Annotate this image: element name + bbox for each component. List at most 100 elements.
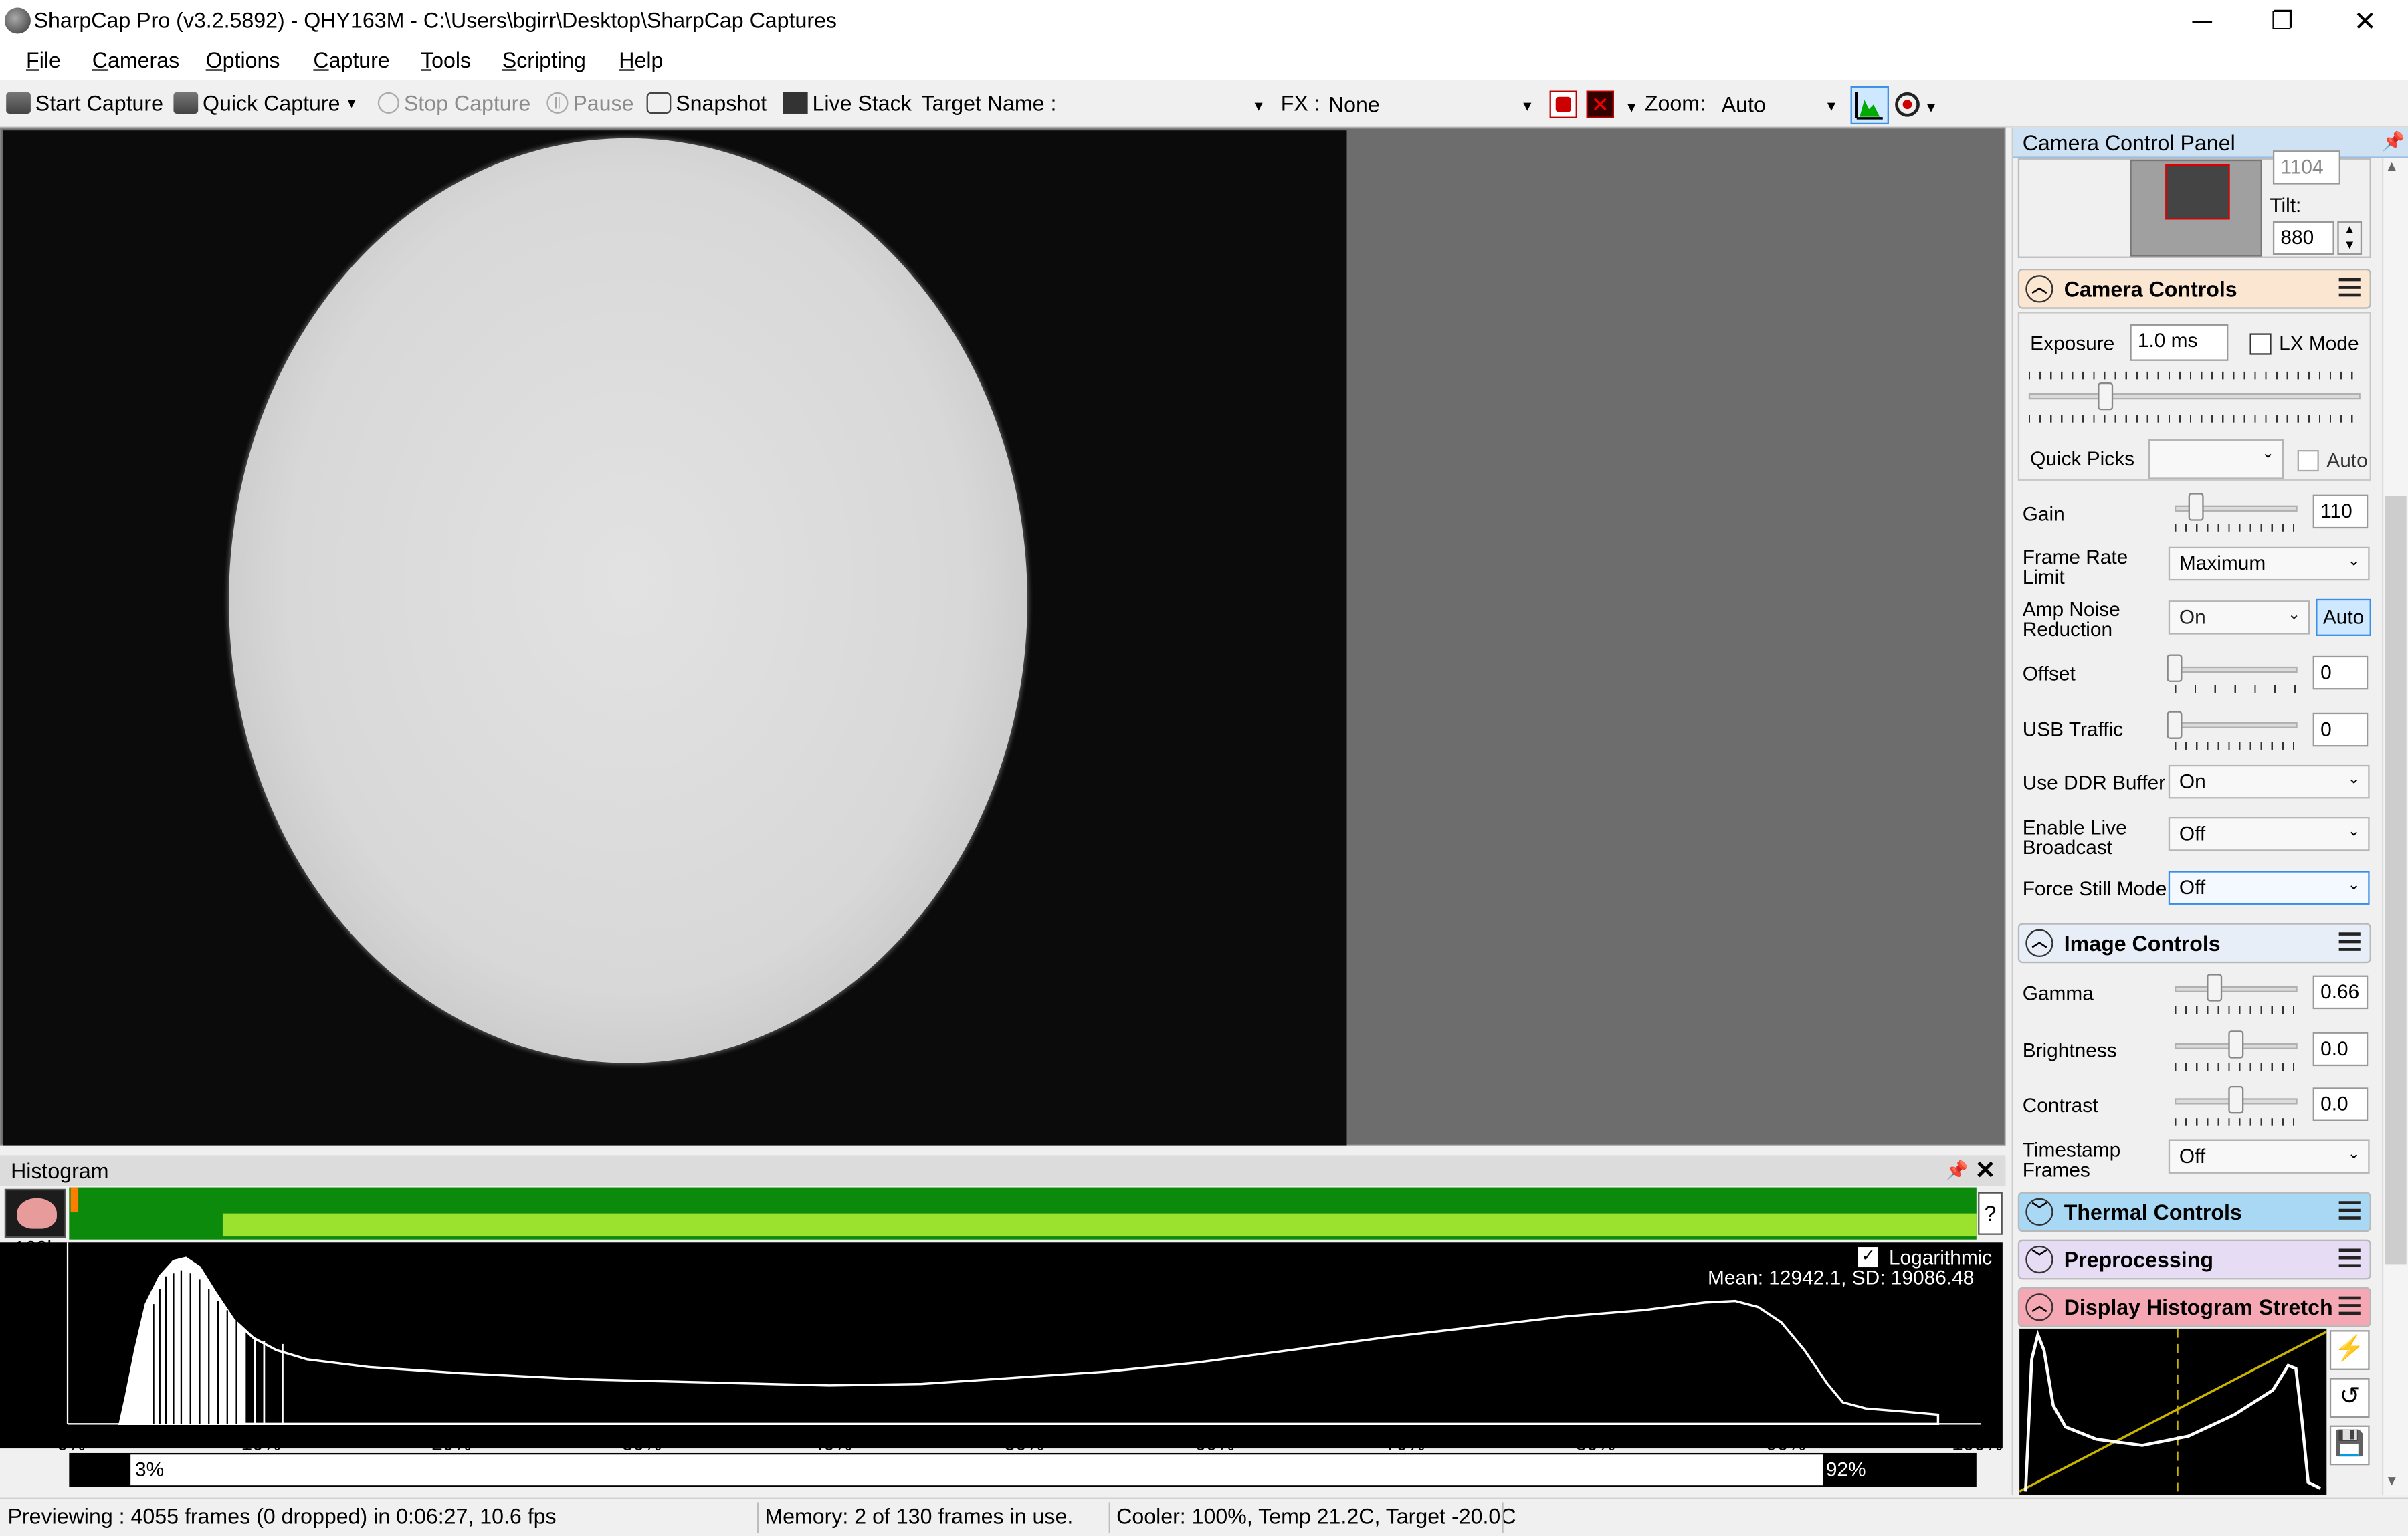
menu-help[interactable]: Help: [619, 47, 663, 72]
exposure-input[interactable]: 1.0 ms: [2130, 324, 2229, 361]
ddr-buffer-combo[interactable]: On ⌄: [2168, 764, 2370, 799]
pin-icon[interactable]: 📌: [2382, 130, 2405, 152]
start-capture-button[interactable]: Start Capture: [6, 91, 163, 115]
status-separator: [1108, 1502, 1110, 1533]
close-button[interactable]: ✕: [2325, 0, 2405, 43]
toolbar: Start Capture Quick Capture ▼ Stop Captu…: [0, 81, 2408, 128]
gain-input[interactable]: 110: [2312, 494, 2369, 529]
thermal-controls-header[interactable]: ﹀ Thermal Controls: [2017, 1192, 2371, 1232]
brightness-slider-thumb[interactable]: [2228, 1030, 2244, 1059]
display-histogram-stretch-header[interactable]: ︿ Display Histogram Stretch: [2017, 1287, 2371, 1327]
menu-scripting[interactable]: Scripting: [502, 47, 586, 72]
collapse-icon[interactable]: ︿: [2025, 275, 2053, 303]
pause-button[interactable]: || Pause: [546, 91, 634, 115]
camera-controls-header[interactable]: ︿ Camera Controls: [2017, 268, 2371, 309]
stretch-histogram-plot[interactable]: [2019, 1328, 2328, 1495]
auto-stretch-lightning-icon[interactable]: ⚡: [2329, 1330, 2370, 1370]
force-still-combo[interactable]: Off ⌄: [2168, 871, 2370, 905]
stretch-range-selection[interactable]: [130, 1454, 1823, 1486]
exposure-slider-thumb[interactable]: [2097, 382, 2113, 411]
stop-capture-button[interactable]: Stop Capture: [377, 91, 530, 115]
histogram-level-bar[interactable]: [222, 1213, 1977, 1237]
pin-icon[interactable]: 📌: [1946, 1160, 1969, 1181]
black-point-marker[interactable]: [70, 1187, 79, 1212]
menu-icon[interactable]: [2338, 1201, 2361, 1220]
auto-exposure-checkbox[interactable]: [2297, 450, 2319, 472]
gain-slider-thumb[interactable]: [2188, 493, 2204, 521]
save-stretch-icon[interactable]: 💾: [2329, 1425, 2370, 1466]
minimize-button[interactable]: ─: [2163, 0, 2242, 43]
scroll-up-icon[interactable]: ▲: [2385, 158, 2399, 174]
collapse-icon[interactable]: ︿: [2025, 1293, 2053, 1321]
help-button[interactable]: ?: [1978, 1192, 2003, 1235]
gamma-ticks: [2174, 1006, 2298, 1014]
fx-combo[interactable]: None ▼: [1322, 89, 1540, 123]
gamma-slider-track[interactable]: [2174, 986, 2298, 992]
roi-box: [2165, 164, 2230, 220]
reset-stretch-icon[interactable]: ↺: [2329, 1378, 2370, 1418]
live-stack-button[interactable]: Live Stack: [783, 91, 912, 115]
close-icon[interactable]: ✕: [1975, 1155, 1996, 1186]
offset-slider-thumb[interactable]: [2167, 654, 2183, 682]
amp-noise-auto-button[interactable]: Auto: [2316, 598, 2371, 636]
exposure-slider-track[interactable]: [2028, 393, 2361, 400]
menu-capture[interactable]: Capture: [313, 47, 389, 72]
histogram-toggle-icon[interactable]: [1850, 86, 1889, 125]
brightness-input[interactable]: 0.0: [2312, 1032, 2369, 1067]
gamma-input[interactable]: 0.66: [2312, 975, 2369, 1010]
lx-mode-label: LX Mode: [2279, 332, 2359, 355]
gamma-slider-thumb[interactable]: [2207, 974, 2223, 1002]
frame-rate-combo[interactable]: Maximum ⌄: [2168, 546, 2370, 581]
snapshot-button[interactable]: Snapshot: [646, 91, 767, 115]
usb-slider-track[interactable]: [2174, 722, 2298, 728]
restore-button[interactable]: ❐: [2242, 0, 2322, 43]
timestamp-frames-combo[interactable]: Off ⌄: [2168, 1139, 2370, 1174]
chevron-down-icon[interactable]: ▼: [1625, 100, 1638, 115]
magnifier-icon[interactable]: [1895, 92, 1920, 117]
expand-icon[interactable]: ﹀: [2025, 1245, 2053, 1274]
menu-options[interactable]: Options: [206, 47, 280, 72]
contrast-input[interactable]: 0.0: [2312, 1087, 2369, 1121]
quick-capture-button[interactable]: Quick Capture ▼: [173, 91, 359, 115]
crosshair-icon[interactable]: ✕: [1586, 90, 1614, 118]
pan-value[interactable]: 1104: [2272, 150, 2340, 185]
x-tick-label: 100%: [1952, 1431, 2003, 1455]
expand-icon[interactable]: ﹀: [2025, 1198, 2053, 1226]
scroll-down-icon[interactable]: ▼: [2385, 1473, 2399, 1489]
brain-icon[interactable]: [4, 1188, 66, 1238]
menu-icon[interactable]: [2338, 278, 2361, 297]
chevron-down-icon: ⌄: [2347, 823, 2361, 841]
quick-picks-combo[interactable]: ⌄: [2148, 439, 2284, 479]
contrast-slider-thumb[interactable]: [2228, 1085, 2244, 1114]
target-name-label: Target Name :: [921, 90, 1057, 116]
image-controls-header[interactable]: ︿ Image Controls: [2017, 923, 2371, 964]
preprocessing-header[interactable]: ﹀ Preprocessing: [2017, 1239, 2371, 1280]
target-name-combo[interactable]: ▼: [1060, 89, 1272, 123]
live-broadcast-combo[interactable]: Off ⌄: [2168, 817, 2370, 851]
menu-icon[interactable]: [2338, 932, 2361, 951]
menu-icon[interactable]: [2338, 1296, 2361, 1315]
lx-mode-checkbox[interactable]: [2249, 333, 2272, 355]
tilt-input[interactable]: 880: [2272, 221, 2334, 255]
chevron-down-icon[interactable]: ▼: [344, 95, 358, 110]
stretch-range-bar[interactable]: 3% 92%: [69, 1452, 1977, 1487]
usb-traffic-input[interactable]: 0: [2312, 712, 2369, 747]
histogram-stats: Mean: 12942.1, SD: 19086.48: [1708, 1265, 1975, 1289]
offset-input[interactable]: 0: [2312, 655, 2369, 690]
logarithmic-checkbox[interactable]: ✓: [1858, 1247, 1878, 1268]
offset-slider-track[interactable]: [2174, 666, 2298, 673]
red-box-reticle-icon[interactable]: [1549, 90, 1577, 118]
tilt-spinner[interactable]: ▲ ▼: [2337, 221, 2363, 255]
usb-slider-thumb[interactable]: [2167, 711, 2183, 739]
zoom-combo[interactable]: Auto ▼: [1715, 89, 1845, 123]
chevron-down-icon[interactable]: ▼: [1924, 100, 1938, 115]
panel-scrollbar-thumb[interactable]: [2385, 496, 2407, 1265]
menu-cameras[interactable]: Cameras: [92, 47, 179, 72]
live-broadcast-value: Off: [2179, 821, 2206, 845]
amp-noise-combo[interactable]: On ⌄: [2168, 600, 2310, 635]
collapse-icon[interactable]: ︿: [2025, 929, 2053, 958]
menu-tools[interactable]: Tools: [421, 47, 471, 72]
menu-file[interactable]: File: [26, 47, 61, 72]
menu-icon[interactable]: [2338, 1248, 2361, 1268]
image-viewer[interactable]: [0, 127, 2006, 1146]
